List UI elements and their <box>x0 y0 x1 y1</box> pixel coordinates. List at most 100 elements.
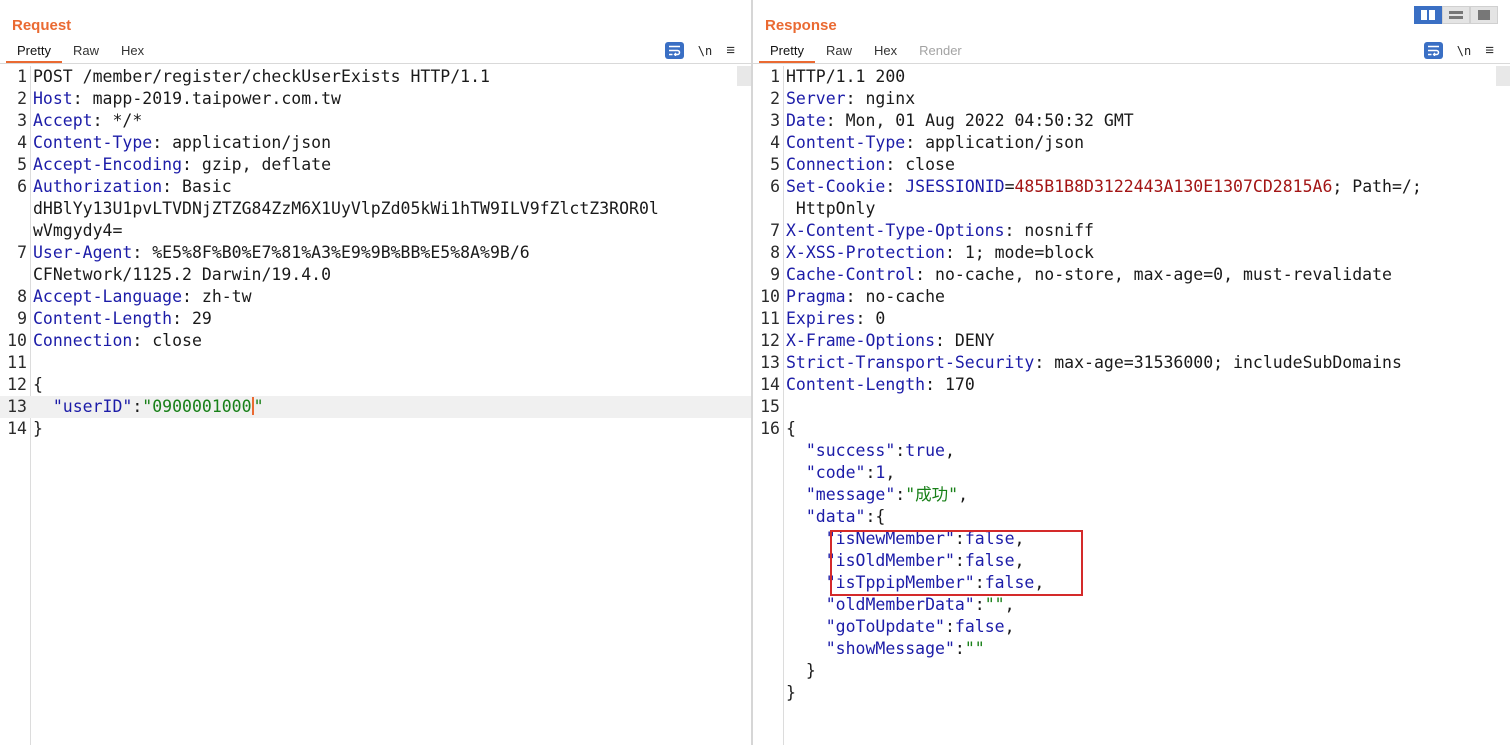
code-token: : 0 <box>855 309 886 328</box>
line-number: 4 <box>770 133 780 152</box>
code-token: "data" <box>786 507 866 526</box>
request-tab-pretty[interactable]: Pretty <box>6 41 62 63</box>
response-menu-icon[interactable]: ≡ <box>1485 43 1494 58</box>
code-line[interactable]: "showMessage":"" <box>753 638 1510 660</box>
request-tab-raw[interactable]: Raw <box>62 41 110 63</box>
response-tab-pretty[interactable]: Pretty <box>759 41 815 63</box>
code-line[interactable]: "goToUpdate":false, <box>753 616 1510 638</box>
line-number: 11 <box>760 309 780 328</box>
code-line[interactable]: 5 Accept-Encoding: gzip, deflate <box>0 154 751 176</box>
code-line[interactable]: 7 User-Agent: %E5%8F%B0%E7%81%A3%E9%9B%BB… <box>0 242 751 264</box>
show-newlines-button[interactable]: \n <box>1457 44 1471 58</box>
code-line[interactable]: } <box>753 682 1510 704</box>
code-line[interactable]: 2 Server: nginx <box>753 88 1510 110</box>
code-token: Content-Length <box>786 375 926 394</box>
code-token: true <box>905 441 945 460</box>
code-line[interactable]: 6 Authorization: Basic <box>0 176 751 198</box>
code-line[interactable]: dHBlYy13U1pvLTVDNjZTZG84ZzM6X1UyVlpZd05k… <box>0 198 751 220</box>
code-line[interactable]: wVmgydy4= <box>0 220 751 242</box>
line-number: 1 <box>17 67 27 86</box>
code-line[interactable]: 11 Expires: 0 <box>753 308 1510 330</box>
code-token: "isNewMember" <box>786 529 955 548</box>
code-line[interactable]: 6 Set-Cookie: JSESSIONID=485B1B8D3122443A… <box>753 176 1510 198</box>
code-token: wVmgydy4= <box>33 221 123 240</box>
code-line[interactable]: 3 Date: Mon, 01 Aug 2022 04:50:32 GMT <box>753 110 1510 132</box>
code-line[interactable]: 12 { <box>0 374 751 396</box>
line-number: 1 <box>770 67 780 86</box>
code-token: Host <box>33 89 73 108</box>
code-token: Expires <box>786 309 856 328</box>
code-token: Connection <box>786 155 886 174</box>
code-token: Authorization <box>33 177 163 196</box>
line-number: 4 <box>17 133 27 152</box>
code-line[interactable]: 2 Host: mapp-2019.taipower.com.tw <box>0 88 751 110</box>
code-line[interactable]: 16 { <box>753 418 1510 440</box>
code-line[interactable]: 4 Content-Type: application/json <box>753 132 1510 154</box>
line-number: 15 <box>760 397 780 416</box>
code-line[interactable]: 5 Connection: close <box>753 154 1510 176</box>
code-token: "isTppipMember" <box>786 573 975 592</box>
request-menu-icon[interactable]: ≡ <box>726 43 735 58</box>
code-line[interactable]: 14} <box>0 418 751 440</box>
request-code: 1 POST /member/register/checkUserExists H… <box>0 66 751 440</box>
layout-stacked-button[interactable] <box>1442 6 1470 24</box>
code-line[interactable]: 8 Accept-Language: zh-tw <box>0 286 751 308</box>
line-text: Content-Length: 170 <box>786 374 975 396</box>
code-line[interactable]: "data":{ <box>753 506 1510 528</box>
code-line[interactable]: "oldMemberData":"", <box>753 594 1510 616</box>
code-line[interactable]: 9 Content-Length: 29 <box>0 308 751 330</box>
code-line[interactable]: } <box>753 660 1510 682</box>
code-line[interactable]: 12 X-Frame-Options: DENY <box>753 330 1510 352</box>
code-line[interactable]: 11 <box>0 352 751 374</box>
code-token: : application/json <box>905 133 1085 152</box>
code-token: : nosniff <box>1004 221 1094 240</box>
code-line[interactable]: 15 <box>753 396 1510 418</box>
show-newlines-button[interactable]: \n <box>698 44 712 58</box>
request-editor[interactable]: 1 POST /member/register/checkUserExists H… <box>0 66 751 745</box>
code-line[interactable]: CFNetwork/1125.2 Darwin/19.4.0 <box>0 264 751 286</box>
code-token: : <box>885 177 906 196</box>
code-token: Strict-Transport-Security <box>786 353 1035 372</box>
response-tab-hex[interactable]: Hex <box>863 41 908 63</box>
code-line[interactable]: 14 Content-Length: 170 <box>753 374 1510 396</box>
code-line[interactable]: 10 Pragma: no-cache <box>753 286 1510 308</box>
line-number: 14 <box>7 419 27 438</box>
code-line[interactable]: "message":"成功", <box>753 484 1510 506</box>
code-line[interactable]: 13 Strict-Transport-Security: max-age=315… <box>753 352 1510 374</box>
word-wrap-toggle[interactable] <box>664 42 684 59</box>
word-wrap-toggle[interactable] <box>1423 42 1443 59</box>
code-token: 1 <box>875 463 886 482</box>
response-scrollbar[interactable] <box>1496 66 1510 86</box>
request-scrollbar[interactable] <box>737 66 751 86</box>
code-token: "" <box>984 595 1005 614</box>
code-line[interactable]: 7 X-Content-Type-Options: nosniff <box>753 220 1510 242</box>
code-token: : application/json <box>152 133 332 152</box>
layout-side-by-side-button[interactable] <box>1414 6 1442 24</box>
code-line[interactable]: "code":1, <box>753 462 1510 484</box>
line-number: 9 <box>17 309 27 328</box>
code-line[interactable]: "success":true, <box>753 440 1510 462</box>
code-line[interactable]: 1 HTTP/1.1 200 <box>753 66 1510 88</box>
request-tab-hex[interactable]: Hex <box>110 41 155 63</box>
layout-single-button[interactable] <box>1470 6 1498 24</box>
code-line[interactable]: "isOldMember":false, <box>753 550 1510 572</box>
line-text: "oldMemberData":"", <box>786 594 1015 616</box>
code-token: : max-age=31536000; includeSubDomains <box>1034 353 1402 372</box>
code-line[interactable]: 1 POST /member/register/checkUserExists H… <box>0 66 751 88</box>
code-line[interactable]: 3 Accept: */* <box>0 110 751 132</box>
code-line[interactable]: 8 X-XSS-Protection: 1; mode=block <box>753 242 1510 264</box>
response-editor[interactable]: 1 HTTP/1.1 200 2 Server: nginx 3 Date: Mon, 0… <box>753 66 1510 745</box>
code-line[interactable]: "isTppipMember":false, <box>753 572 1510 594</box>
code-line[interactable]: 13 "userID":"0900001000 " <box>0 396 751 418</box>
code-line[interactable]: "isNewMember":false, <box>753 528 1510 550</box>
code-line[interactable]: 4 Content-Type: application/json <box>0 132 751 154</box>
code-line[interactable]: 10 Connection: close <box>0 330 751 352</box>
code-line[interactable]: 9 Cache-Control: no-cache, no-store, max-… <box>753 264 1510 286</box>
line-text: Content-Length: 29 <box>33 308 212 330</box>
code-line[interactable]: HttpOnly <box>753 198 1510 220</box>
code-token: Set-Cookie <box>786 177 886 196</box>
line-number: 7 <box>17 243 27 262</box>
code-token: , <box>1034 573 1045 592</box>
response-tab-raw[interactable]: Raw <box>815 41 863 63</box>
line-number: 10 <box>760 287 780 306</box>
